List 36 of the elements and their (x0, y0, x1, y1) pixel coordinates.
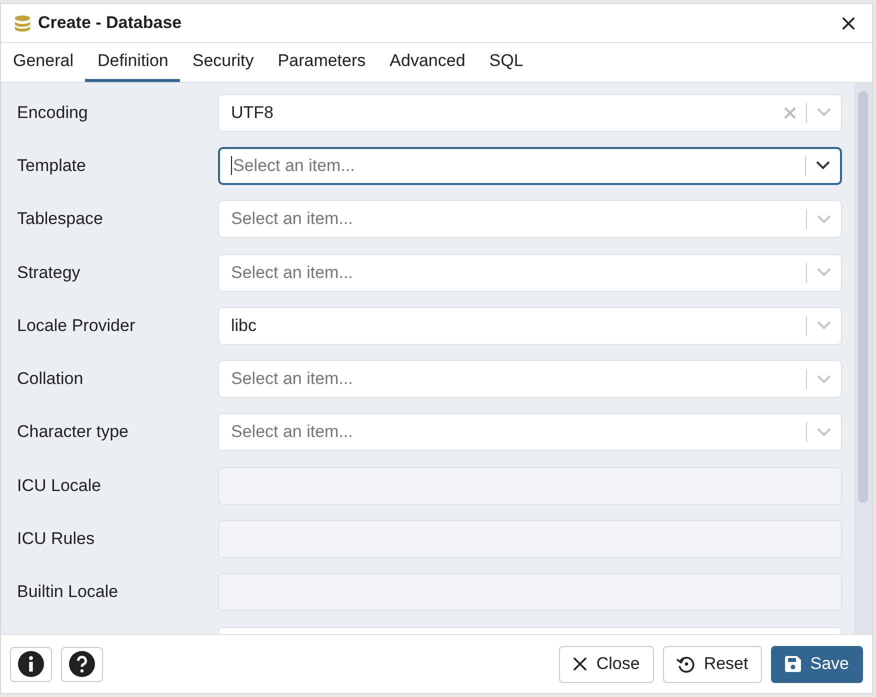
close-icon (572, 656, 588, 672)
select-field[interactable]: Select an item... (218, 413, 842, 452)
window-title: Create - Database (38, 13, 183, 33)
save-icon (784, 655, 802, 673)
tab[interactable]: Parameters (266, 43, 378, 82)
tab[interactable]: General (1, 43, 86, 82)
field-label: Collation (17, 369, 84, 390)
field-label: Tablespace (17, 209, 104, 230)
reset-icon (676, 654, 696, 674)
tab[interactable]: Security (180, 43, 266, 82)
field-label: Template (17, 156, 87, 176)
field-label: Locale Provider (17, 316, 136, 336)
select-field[interactable]: Select an item... (218, 200, 842, 238)
select-field[interactable]: Select an item... (218, 254, 842, 292)
scrollbar[interactable] (858, 91, 868, 503)
select-field[interactable]: libc (218, 306, 842, 345)
select-field[interactable]: Select an item... (218, 360, 842, 398)
tab[interactable]: SQL (477, 43, 536, 82)
reset-button[interactable]: Reset (662, 646, 762, 682)
field-label: ICU Rules (17, 529, 96, 550)
database-icon (13, 14, 32, 32)
select-field[interactable]: Select an item... (218, 146, 842, 185)
save-button[interactable]: Save (771, 646, 863, 682)
close-icon[interactable] (841, 16, 856, 30)
field-label: Character type (17, 422, 130, 442)
clear-icon[interactable] (784, 106, 796, 119)
select-field[interactable]: UTF8 (218, 94, 842, 132)
field-label: Builtin Locale (17, 582, 120, 602)
help-button[interactable] (61, 646, 103, 682)
chevron-down-icon[interactable] (816, 161, 830, 170)
field-label: Strategy (17, 262, 82, 283)
tab[interactable]: Advanced (378, 43, 478, 82)
field-label: ICU Locale (17, 476, 102, 496)
field-label: Encoding (17, 102, 89, 123)
info-button[interactable] (10, 646, 52, 682)
close-button[interactable]: Close (559, 646, 654, 682)
